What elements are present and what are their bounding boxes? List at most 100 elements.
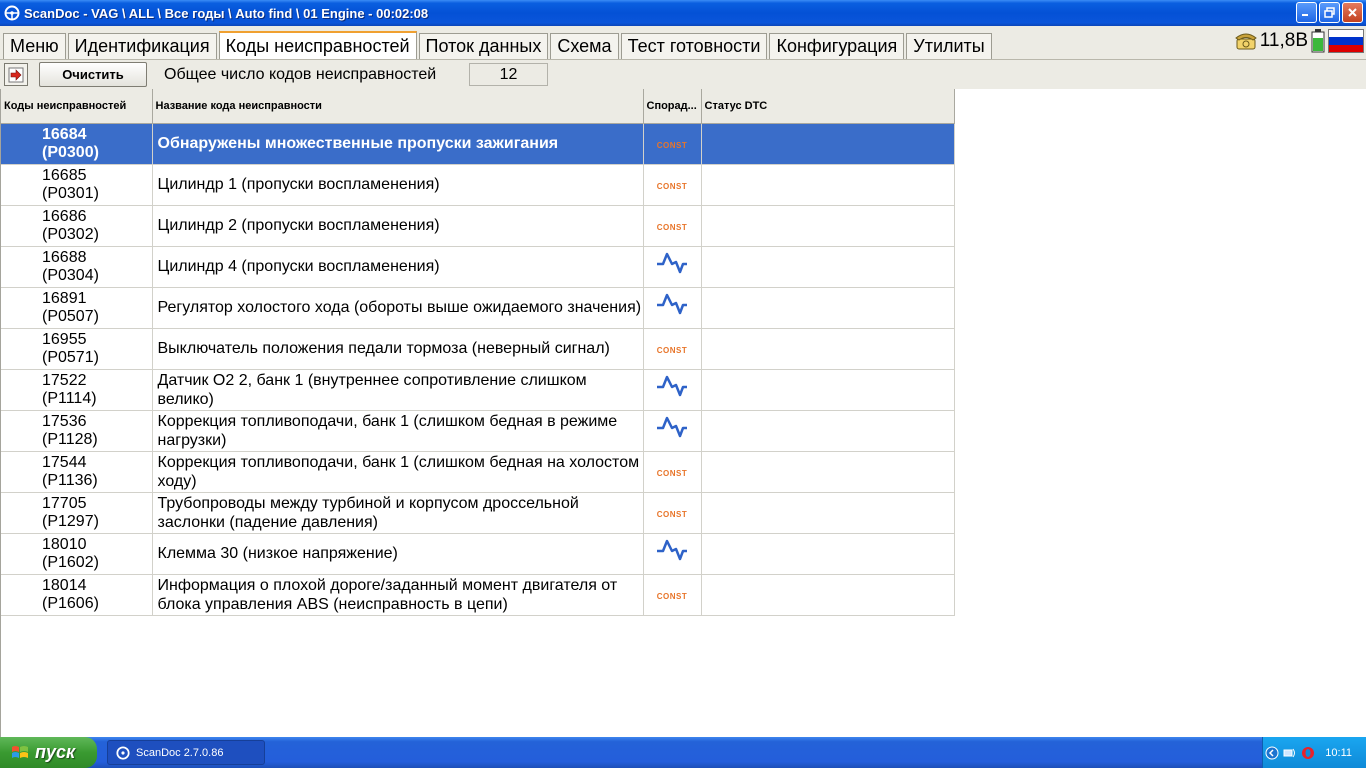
column-header-status[interactable]: Статус DTC [701,89,955,124]
tab-2[interactable]: Коды неисправностей [218,31,417,59]
table-row[interactable]: 16685 (P0301) Цилиндр 1 (пропуски воспламе… [1,164,955,206]
dtc-status-cell [701,123,955,165]
table-row[interactable]: 17536 (P1128) Коррекция топливоподачи, бан… [1,410,955,452]
tab-7[interactable]: Утилиты [906,33,992,59]
dtc-sporadic-cell: CONST [643,451,702,493]
dtc-code: 16891 [42,289,87,307]
table-row[interactable]: 17544 (P1136) Коррекция топливоподачи, бан… [1,451,955,493]
tab-1[interactable]: Идентификация [67,33,217,59]
dtc-pcode: (P0302) [42,225,99,243]
tray-clock: 10:11 [1325,746,1352,759]
status-area: 11,8В [1234,29,1364,53]
dtc-pcode: (P0507) [42,307,99,325]
dtc-pcode: (P0571) [42,348,99,366]
close-button[interactable] [1342,2,1363,23]
start-button[interactable]: пуск [0,737,97,768]
tab-0[interactable]: Меню [3,33,66,59]
windows-logo-icon [12,745,28,758]
dtc-status-cell [701,287,955,329]
tabs: Меню Идентификация Коды неисправностей Пото… [3,31,994,59]
dtc-pcode: (P1114) [42,389,97,407]
column-header-name[interactable]: Название кода неисправности [152,89,644,124]
language-flag-icon[interactable] [1328,29,1364,53]
dtc-code-cell: 17522 (P1114) [1,369,153,411]
network-icon[interactable] [1283,746,1297,760]
table-row[interactable]: 18010 (P1602) Клемма 30 (низкое напряжение… [1,533,955,575]
dtc-sporadic-cell: CONST [643,205,702,247]
dtc-sporadic-cell: CONST [643,492,702,534]
tab-3[interactable]: Поток данных [418,33,549,59]
dtc-code-cell: 16685 (P0301) [1,164,153,206]
dtc-status-cell [701,328,955,370]
const-badge: CONST [656,591,688,601]
dtc-description: Цилиндр 1 (пропуски воспламенения) [152,164,644,206]
flag-stripe [1329,44,1363,52]
dtc-status-cell [701,164,955,206]
dtc-description: Датчик O2 2, банк 1 (внутреннее сопротив… [152,369,644,411]
window-controls [1296,2,1363,23]
dtc-code-cell: 16686 (P0302) [1,205,153,247]
table-row[interactable]: 16686 (P0302) Цилиндр 2 (пропуски воспламе… [1,205,955,247]
const-badge: CONST [656,509,688,519]
dtc-sporadic-cell [643,410,702,452]
opera-icon[interactable] [1301,746,1315,760]
dtc-status-cell [701,369,955,411]
dtc-status-cell [701,451,955,493]
dtc-sporadic-cell: CONST [643,574,702,616]
table-row[interactable]: 16684 (P0300) Обнаружены множественные про… [1,123,955,165]
restore-button[interactable] [1319,2,1340,23]
flag-stripe [1329,30,1363,38]
sporadic-wave-icon [657,375,687,397]
export-button[interactable] [4,63,28,86]
tab-5[interactable]: Тест готовности [620,33,768,59]
clear-button[interactable]: Очистить [39,62,147,87]
const-badge: CONST [656,468,688,478]
dtc-pcode: (P1606) [42,594,99,612]
dtc-sporadic-cell: CONST [643,123,702,165]
table-row[interactable]: 17705 (P1297) Трубопроводы между турбиной … [1,492,955,534]
column-header-sporadic[interactable]: Спорад... [643,89,702,124]
dtc-description: Трубопроводы между турбиной и корпусом д… [152,492,644,534]
column-header-codes[interactable]: Коды неисправностей [1,89,153,124]
dtc-code: 16688 [42,248,87,266]
dtc-code: 17536 [42,412,87,430]
window-title: ScanDoc - VAG \ ALL \ Все годы \ Auto fi… [24,5,429,21]
table-row[interactable]: 16891 (P0507) Регулятор холостого хода (об… [1,287,955,329]
toolbar: Очистить Общее число кодов неисправносте… [0,60,1366,89]
table-row[interactable]: 18014 (P1606) Информация о плохой дороге/з… [1,574,955,616]
dtc-code: 16955 [42,330,87,348]
total-codes-count: 12 [469,63,548,86]
dtc-pcode: (P1297) [42,512,99,530]
system-tray: 10:11 [1262,737,1366,768]
arrow-right-icon [8,67,24,82]
minimize-icon [1302,14,1308,16]
tab-6[interactable]: Конфигурация [769,33,905,59]
const-badge: CONST [656,345,688,355]
dtc-code: 16685 [42,166,87,184]
dtc-pcode: (P0304) [42,266,99,284]
table-row[interactable]: 16688 (P0304) Цилиндр 4 (пропуски воспламе… [1,246,955,288]
dtc-sporadic-cell [643,287,702,329]
dtc-sporadic-cell: CONST [643,328,702,370]
voltage-readout: 11,8В [1259,30,1308,51]
chevron-left-icon[interactable] [1265,746,1279,760]
steering-wheel-icon [116,745,130,760]
steering-wheel-icon [4,5,20,21]
tab-4[interactable]: Схема [550,33,619,59]
flag-stripe [1329,37,1363,45]
dtc-pcode: (P0301) [42,184,99,202]
app-window: ScanDoc - VAG \ ALL \ Все годы \ Auto fi… [0,0,1366,768]
close-icon [1348,8,1357,17]
minimize-button[interactable] [1296,2,1317,23]
dtc-code: 16684 [42,125,87,143]
dtc-sporadic-cell [643,369,702,411]
table-row[interactable]: 17522 (P1114) Датчик O2 2, банк 1 (внутрен… [1,369,955,411]
dtc-code-cell: 17544 (P1136) [1,451,153,493]
sporadic-wave-icon [657,293,687,315]
table-row[interactable]: 16955 (P0571) Выключатель положения педали… [1,328,955,370]
taskbar-item-scandoc[interactable]: ScanDoc 2.7.0.86 [107,740,265,765]
dtc-status-cell [701,533,955,575]
sporadic-wave-icon [657,416,687,438]
dtc-code-cell: 16684 (P0300) [1,123,153,165]
dtc-description: Регулятор холостого хода (обороты выше о… [152,287,644,329]
